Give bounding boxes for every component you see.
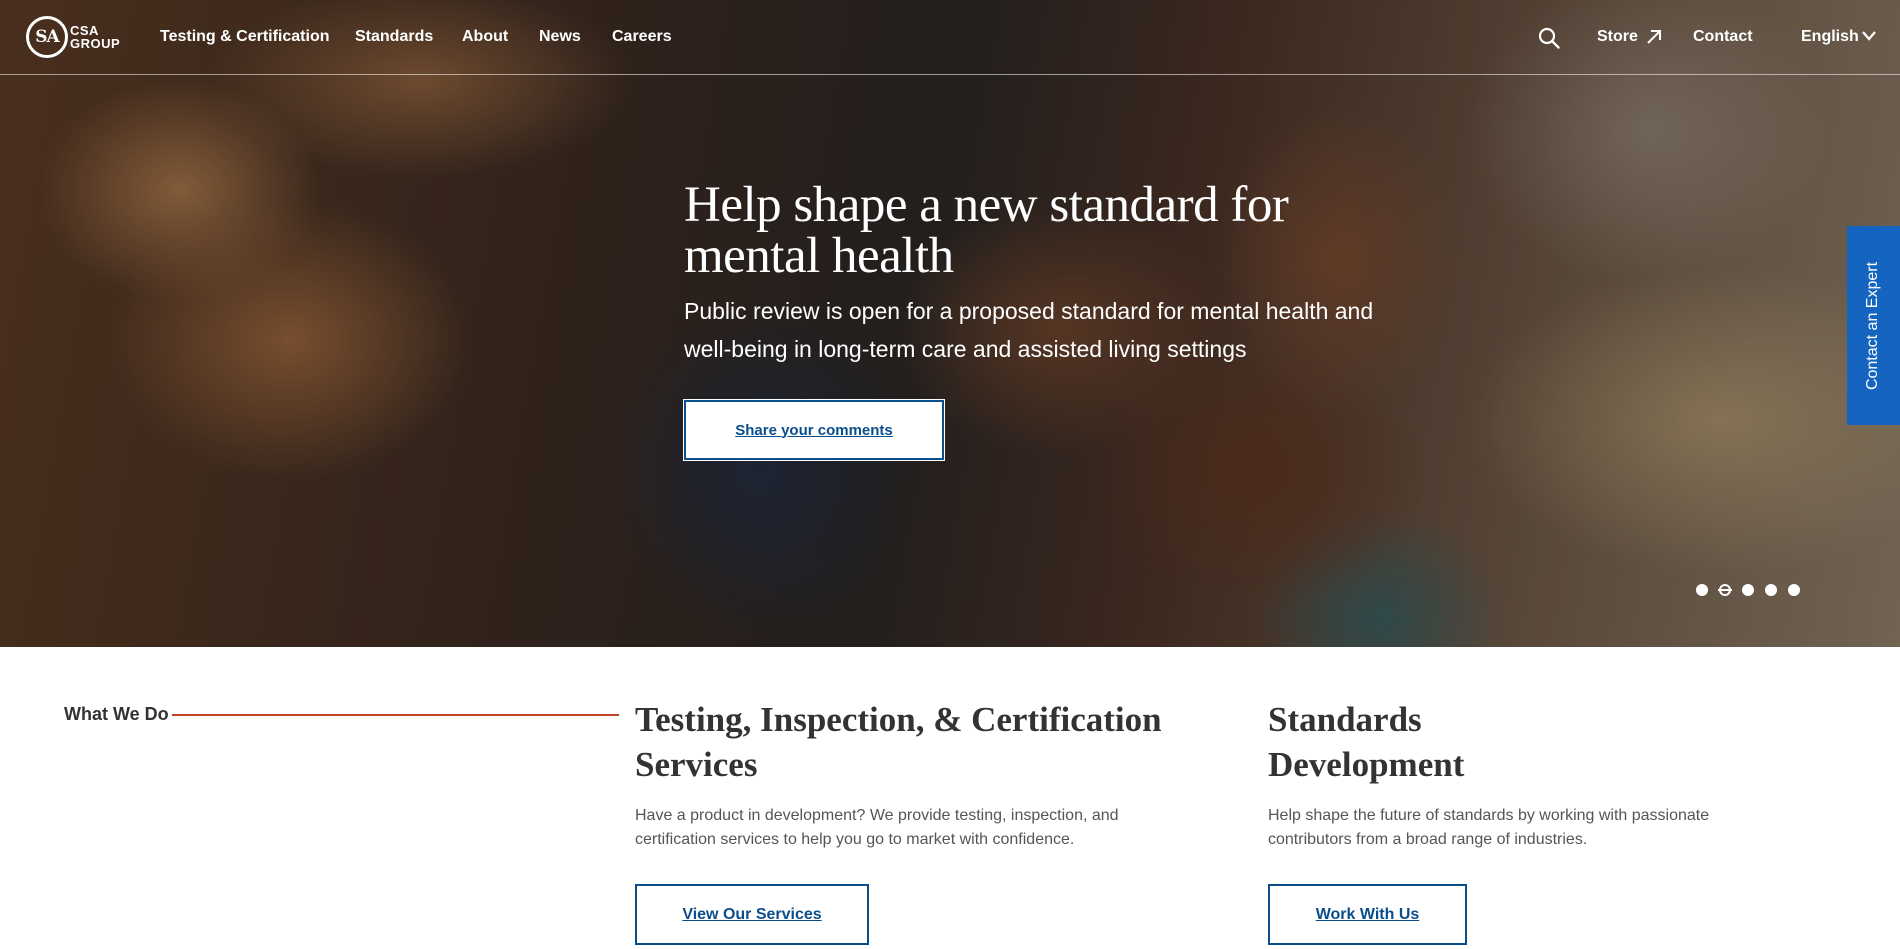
csa-group-logo[interactable]: SA CSA GROUP <box>26 16 130 60</box>
section-label: What We Do <box>64 704 169 724</box>
contact-expert-label: Contact an Expert <box>1864 261 1882 390</box>
carousel-dot-2[interactable] <box>1718 584 1732 596</box>
section-divider <box>172 714 619 716</box>
contact-expert-tab[interactable]: Contact an Expert <box>1847 226 1900 425</box>
top-navigation: SA CSA GROUP Testing & Certification Sta… <box>0 0 1900 75</box>
logo-wordmark: CSA GROUP <box>70 24 120 50</box>
standards-card-text: Help shape the future of standards by wo… <box>1268 807 1710 848</box>
nav-news[interactable]: News <box>539 27 581 47</box>
work-with-us-button[interactable]: Work With Us <box>1268 884 1467 945</box>
nav-contact[interactable]: Contact <box>1693 27 1753 47</box>
nav-testing-certification[interactable]: Testing & Certification <box>160 27 330 47</box>
carousel-dot-1[interactable] <box>1696 584 1708 596</box>
carousel-dot-4[interactable] <box>1765 584 1777 596</box>
standards-card-title: Standards Development <box>1268 700 1465 784</box>
carousel-dot-5[interactable] <box>1788 584 1800 596</box>
nav-about[interactable]: About <box>462 27 508 47</box>
carousel-pagination <box>1696 584 1806 596</box>
services-card-title: Testing, Inspection, & Certification Ser… <box>635 700 1162 784</box>
hero-banner: SA CSA GROUP Testing & Certification Sta… <box>0 0 1900 647</box>
language-selector[interactable]: English <box>1801 27 1859 47</box>
view-services-button[interactable]: View Our Services <box>635 884 869 945</box>
hero-title: Help shape a new standard for mental hea… <box>684 177 1289 284</box>
nav-careers[interactable]: Careers <box>612 27 672 47</box>
share-comments-button[interactable]: Share your comments <box>683 399 945 461</box>
nav-store[interactable]: Store <box>1597 27 1638 47</box>
chevron-down-icon <box>1862 31 1876 41</box>
logo-word-2: GROUP <box>70 36 121 51</box>
search-icon[interactable] <box>1538 27 1560 49</box>
nav-standards[interactable]: Standards <box>355 27 433 47</box>
external-arrow-icon <box>1647 30 1661 44</box>
services-card-text: Have a product in development? We provid… <box>635 807 1119 848</box>
hero-subtitle: Public review is open for a proposed sta… <box>684 298 1374 362</box>
carousel-dot-3[interactable] <box>1742 584 1754 596</box>
logo-mark: SA <box>26 16 68 58</box>
